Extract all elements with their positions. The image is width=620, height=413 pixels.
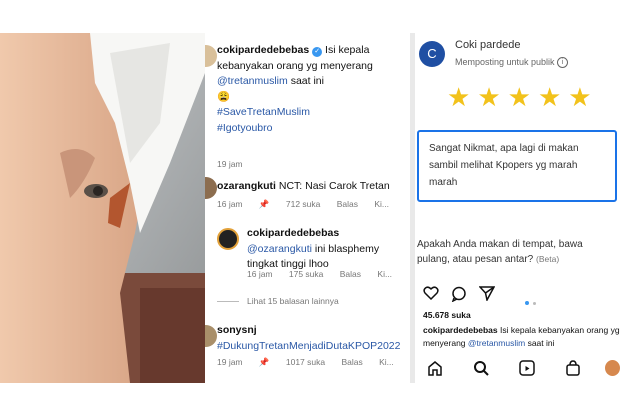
comment-meta: 19 jam 📌 1017 suka Balas Ki... <box>217 357 408 368</box>
more-link[interactable]: Ki... <box>377 269 392 279</box>
post-caption: cokipardedebebas Isi kepala kebanyakan o… <box>423 324 620 350</box>
pin-icon: 📌 <box>258 199 270 209</box>
weary-emoji-icon: 😩 <box>217 90 231 103</box>
star-icon[interactable]: ★ <box>508 83 531 111</box>
share-icon[interactable] <box>478 286 496 306</box>
comment-username[interactable]: ozarangkuti <box>217 180 276 192</box>
caption-mention[interactable]: @tretanmuslim <box>468 338 525 348</box>
comment-text: cokipardedebebas @ozarangkuti ini blasph… <box>247 226 407 273</box>
carousel-dots <box>525 292 537 305</box>
home-icon[interactable] <box>427 360 443 381</box>
like-count[interactable]: 712 suka <box>286 199 321 209</box>
comment-meta: 19 jam <box>217 159 257 169</box>
avatar[interactable] <box>205 177 217 199</box>
comment-time: 16 jam <box>247 269 273 279</box>
more-link[interactable]: Ki... <box>379 357 394 367</box>
avatar[interactable] <box>205 45 217 67</box>
hashtag-link[interactable]: #SaveTretanMuslim <box>217 106 310 118</box>
search-icon[interactable] <box>473 360 489 381</box>
shop-icon[interactable] <box>565 360 581 381</box>
avatar: C <box>419 41 445 67</box>
comment-username[interactable]: cokipardedebebas <box>217 44 309 56</box>
reviewer-name: Coki pardede <box>455 39 521 51</box>
beta-label: (Beta) <box>536 254 560 264</box>
comment-body-end: saat ini <box>290 75 324 87</box>
review-panel: C Coki pardede Memposting untuk publik i… <box>415 33 620 383</box>
comment-meta: 16 jam 175 suka Balas Ki... <box>247 269 406 279</box>
comment-text: ozarangkuti NCT: Nasi Carok Tretan <box>217 179 407 195</box>
dining-question: Apakah Anda makan di tempat, bawa pulang… <box>417 237 617 267</box>
star-icon[interactable]: ★ <box>447 83 470 111</box>
heart-icon[interactable] <box>423 286 439 305</box>
comment-meta: 16 jam 📌 712 suka Balas Ki... <box>217 199 403 210</box>
caption-text-end: saat ini <box>527 338 555 348</box>
mannequin-photo <box>0 33 205 383</box>
more-link[interactable]: Ki... <box>374 199 389 209</box>
avatar[interactable] <box>217 228 239 250</box>
comment-text: sonysnj #DukungTretanMenjadiDutaKPOP2022 <box>217 323 407 354</box>
bottom-margin <box>0 383 620 413</box>
view-more-replies-link[interactable]: Lihat 15 balasan lainnya <box>217 296 339 306</box>
comment-username[interactable]: cokipardedebebas <box>247 227 339 239</box>
comment-icon[interactable] <box>451 286 467 307</box>
caption-username[interactable]: cokipardedebebas <box>423 325 498 335</box>
comment-time: 16 jam <box>217 199 243 209</box>
star-icon[interactable]: ★ <box>477 83 500 111</box>
post-like-count[interactable]: 45.678 suka <box>423 310 471 320</box>
review-text: Sangat Nikmat, apa lagi di makan sambil … <box>429 143 579 188</box>
mention-link[interactable]: @ozarangkuti <box>247 243 312 255</box>
reply-button[interactable]: Balas <box>340 269 361 279</box>
comment-username[interactable]: sonysnj <box>217 324 257 336</box>
comment-text: cokipardedebebas ✓ Isi kepala kebanyakan… <box>217 43 407 136</box>
star-icon[interactable]: ★ <box>568 83 591 111</box>
reply-button[interactable]: Balas <box>341 357 362 367</box>
reply-button[interactable]: Balas <box>337 199 358 209</box>
reels-icon[interactable] <box>519 360 535 381</box>
info-icon[interactable]: i <box>557 57 569 69</box>
comment-body: NCT: Nasi Carok Tretan <box>278 180 390 192</box>
bottom-nav-bar <box>415 356 620 382</box>
comment-time: 19 jam <box>217 159 243 169</box>
instagram-post-footer: 45.678 suka cokipardedebebas Isi kepala … <box>415 276 620 383</box>
review-text-field[interactable]: Sangat Nikmat, apa lagi di makan sambil … <box>417 130 617 202</box>
profile-avatar-icon[interactable] <box>605 360 620 376</box>
instagram-comments-panel: cokipardedebebas ✓ Isi kepala kebanyakan… <box>205 33 410 383</box>
top-margin <box>0 0 620 33</box>
avatar[interactable] <box>205 325 217 347</box>
verified-badge-icon: ✓ <box>312 47 323 57</box>
star-icon[interactable]: ★ <box>538 83 561 111</box>
like-count[interactable]: 1017 suka <box>286 357 325 367</box>
hashtag-link[interactable]: #DukungTretanMenjadiDutaKPOP2022 <box>217 340 400 352</box>
star-rating[interactable]: ★ ★ ★ ★ ★ <box>447 83 599 111</box>
mention-link[interactable]: @tretanmuslim <box>217 75 288 87</box>
comment-time: 19 jam <box>217 357 243 367</box>
hashtag-link[interactable]: #Igotyoubro <box>217 122 272 134</box>
posting-visibility: Memposting untuk publik i <box>455 57 569 69</box>
visibility-label: Memposting untuk publik <box>455 57 555 67</box>
like-count[interactable]: 175 suka <box>289 269 324 279</box>
pin-icon: 📌 <box>258 357 270 367</box>
